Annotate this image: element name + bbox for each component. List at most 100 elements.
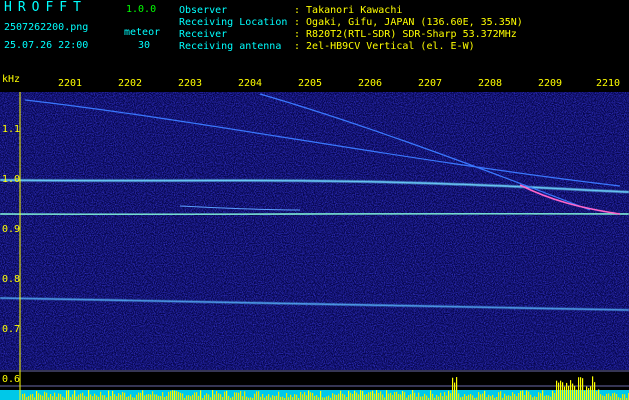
activity-bar [528,391,530,400]
activity-bar [154,394,156,400]
activity-bar [364,394,366,400]
activity-bar [408,395,410,400]
activity-bar [302,394,304,400]
activity-bar [342,393,344,400]
activity-bar [572,383,574,400]
activity-bar [30,394,32,400]
activity-bar [340,390,342,400]
activity-bar [204,395,206,400]
activity-bar [446,395,448,400]
y-tick: 1.0 [2,174,21,185]
activity-bar [28,396,30,400]
activity-bar [200,390,202,400]
activity-bar [464,394,466,400]
y-tick: 0.7 [2,324,21,335]
activity-bar [44,391,46,400]
y-tick: 1.1 [2,124,21,135]
activity-bar [196,392,198,400]
activity-bar [614,392,616,400]
activity-bar [262,394,264,400]
activity-bar [32,393,34,400]
activity-bar [376,390,378,400]
activity-bar [36,390,38,400]
x-tick: 2202 [118,78,143,89]
activity-bar [42,395,44,400]
activity-bar [116,396,118,400]
activity-bar [394,391,396,400]
activity-bar [128,396,130,400]
activity-bar [138,392,140,400]
activity-bar [220,394,222,400]
y-tick: 0.8 [2,274,21,285]
activity-bar [88,390,90,400]
activity-bar [72,394,74,400]
activity-bar [162,392,164,400]
activity-bar [390,392,392,400]
activity-bar [542,390,544,400]
activity-bar [392,394,394,400]
activity-bar [582,378,584,400]
activity-bar [454,382,456,400]
activity-bar [568,385,570,400]
activity-bar [358,394,360,400]
x-tick: 2210 [596,78,621,89]
activity-bar [290,394,292,400]
activity-bar [524,394,526,400]
activity-bar [344,394,346,400]
activity-bar [50,394,52,400]
activity-bar [54,392,56,400]
activity-bar [254,393,256,400]
x-tick: 2208 [478,78,503,89]
activity-bar [316,395,318,400]
activity-bar [606,393,608,400]
activity-bar [418,392,420,400]
activity-bar [442,396,444,400]
activity-bar [540,393,542,400]
activity-bar [362,390,364,400]
activity-bar [216,391,218,400]
activity-bar [506,395,508,400]
activity-bar [372,390,374,400]
activity-bar [176,391,178,400]
axis-unit: kHz [2,74,21,85]
activity-bar [470,393,472,400]
activity-bar [592,376,594,400]
activity-bar [380,391,382,400]
activity-bar [118,393,120,400]
activity-bar [308,390,310,400]
activity-bar [214,394,216,400]
activity-bar [608,393,610,400]
activity-bar [74,390,76,400]
activity-bar [320,390,322,400]
activity-bar [52,396,54,400]
activity-bar [152,391,154,400]
activity-bar [266,395,268,400]
x-tick: 2206 [358,78,383,89]
activity-bar [414,392,416,400]
activity-bar [188,395,190,400]
activity-bar [326,396,328,400]
activity-bar [236,392,238,400]
activity-bar [534,396,536,400]
activity-bar [526,390,528,400]
activity-bar [90,394,92,400]
activity-bar [180,392,182,400]
activity-bar [382,394,384,400]
activity-bar [338,393,340,400]
activity-bar [246,396,248,400]
activity-bar [278,391,280,400]
activity-bar [206,393,208,400]
activity-bar [182,393,184,400]
activity-bar [304,392,306,400]
activity-bar [114,394,116,400]
activity-bar [174,390,176,400]
activity-bar [610,396,612,400]
activity-bar [538,392,540,400]
activity-bar [314,395,316,400]
activity-bar [586,386,588,400]
activity-bar [272,395,274,400]
activity-bar [518,392,520,400]
activity-bar [386,390,388,400]
activity-bar [466,395,468,400]
activity-bar [544,395,546,400]
